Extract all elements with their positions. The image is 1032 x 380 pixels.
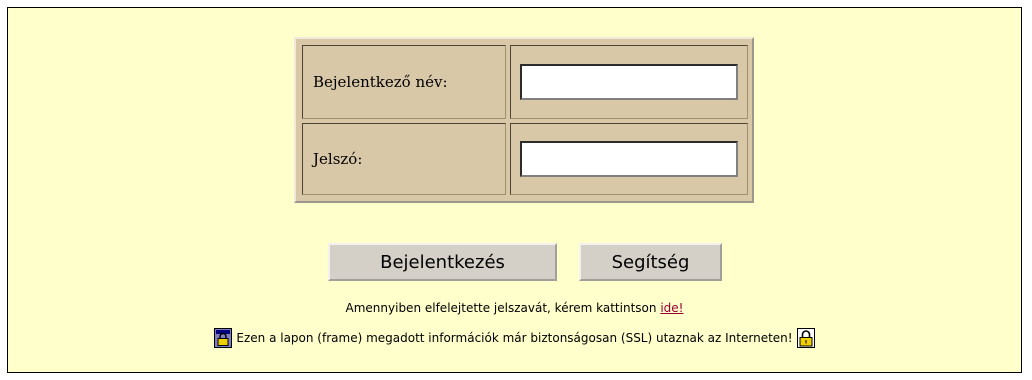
login-form-table: Bejelentkező név: Jelszó: (294, 37, 754, 203)
forgot-password-text: Amennyiben elfelejtette jelszavát, kérem… (345, 301, 657, 315)
password-input-cell (510, 123, 748, 195)
login-frame: Bejelentkező név: Jelszó: Bejelentkezés … (7, 7, 1022, 373)
forgot-password-note: Amennyiben elfelejtette jelszavát, kérem… (8, 301, 1021, 315)
ssl-notice-text: Ezen a lapon (frame) megadott információ… (236, 331, 793, 345)
lock-icon (214, 328, 233, 348)
forgot-password-link[interactable]: ide! (660, 301, 683, 315)
password-label-cell: Jelszó: (302, 123, 506, 195)
padlock-icon (796, 328, 815, 348)
username-input[interactable] (520, 64, 738, 100)
login-button[interactable]: Bejelentkezés (328, 243, 557, 281)
username-input-cell (510, 45, 748, 119)
password-label: Jelszó: (313, 150, 363, 168)
username-label: Bejelentkező név: (313, 73, 448, 91)
password-input[interactable] (520, 141, 738, 177)
username-label-cell: Bejelentkező név: (302, 45, 506, 119)
help-button[interactable]: Segítség (579, 243, 722, 281)
ssl-notice: Ezen a lapon (frame) megadott információ… (8, 328, 1021, 348)
